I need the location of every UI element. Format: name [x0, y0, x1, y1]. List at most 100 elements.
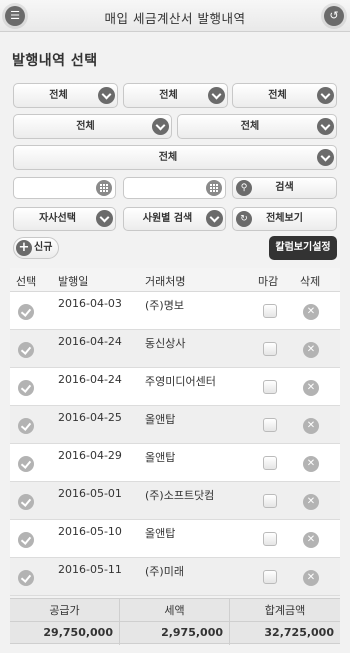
- table-row[interactable]: 2016-04-25 올앤탑 ✕: [10, 406, 340, 444]
- supply-value: 29,750,000: [43, 626, 113, 639]
- closed-checkbox[interactable]: [263, 570, 277, 584]
- row-vendor[interactable]: 주영미디어센터: [145, 373, 216, 389]
- tax-value: 2,975,000: [161, 626, 223, 639]
- chevron-down-icon: [317, 87, 334, 104]
- header-closed: 마감: [258, 275, 279, 288]
- check-circle-icon[interactable]: [18, 532, 34, 548]
- search-button-label: 검색: [275, 182, 294, 193]
- row-vendor[interactable]: 올앤탑: [145, 411, 175, 427]
- filter-select-1[interactable]: 전체: [13, 83, 118, 108]
- check-circle-icon[interactable]: [18, 494, 34, 510]
- row-vendor[interactable]: 동신상사: [145, 335, 185, 351]
- delete-icon[interactable]: ✕: [303, 532, 319, 548]
- check-circle-icon[interactable]: [18, 456, 34, 472]
- chevron-down-icon: [317, 149, 334, 166]
- row-issue-date: 2016-04-24: [58, 335, 122, 348]
- row-issue-date: 2016-04-03: [58, 297, 122, 310]
- chevron-down-icon: [206, 210, 223, 227]
- delete-icon[interactable]: ✕: [303, 456, 319, 472]
- filter-select-4-value: 전체: [76, 121, 95, 132]
- total-value: 32,725,000: [264, 626, 334, 639]
- supply-label: 공급가: [49, 604, 80, 617]
- check-circle-icon[interactable]: [18, 418, 34, 434]
- row-vendor[interactable]: 올앤탑: [145, 525, 175, 541]
- closed-checkbox[interactable]: [263, 304, 277, 318]
- invoice-table: 선택 발행일 거래처명 마감 삭제 2016-04-03 (주)명보 ✕ 2016-0…: [10, 268, 340, 596]
- back-icon[interactable]: ↺: [324, 6, 344, 26]
- row-vendor[interactable]: (주)명보: [145, 297, 184, 313]
- row-issue-date: 2016-04-29: [58, 449, 122, 462]
- new-button[interactable]: + 신규: [13, 237, 59, 259]
- delete-icon[interactable]: ✕: [303, 418, 319, 434]
- check-circle-icon[interactable]: [18, 380, 34, 396]
- delete-icon[interactable]: ✕: [303, 380, 319, 396]
- delete-icon[interactable]: ✕: [303, 570, 319, 586]
- header-select: 선택: [16, 275, 37, 288]
- table-header: 선택 발행일 거래처명 마감 삭제: [10, 268, 340, 292]
- chevron-down-icon: [96, 210, 113, 227]
- calendar-icon[interactable]: [206, 180, 222, 196]
- table-body: 2016-04-03 (주)명보 ✕ 2016-04-24 동신상사 ✕ 2016-04-2…: [10, 292, 340, 596]
- filter-select-5[interactable]: 전체: [177, 114, 337, 139]
- closed-checkbox[interactable]: [263, 532, 277, 546]
- check-circle-icon[interactable]: [18, 304, 34, 320]
- row-vendor[interactable]: (주)소프트닷컴: [145, 487, 214, 503]
- date-to-input[interactable]: [123, 177, 226, 199]
- chevron-down-icon: [152, 118, 169, 135]
- row-vendor[interactable]: 올앤탑: [145, 449, 175, 465]
- table-row[interactable]: 2016-04-29 올앤탑 ✕: [10, 444, 340, 482]
- row-issue-date: 2016-04-24: [58, 373, 122, 386]
- closed-checkbox[interactable]: [263, 456, 277, 470]
- closed-checkbox[interactable]: [263, 418, 277, 432]
- filter-select-6[interactable]: 전체: [13, 145, 337, 170]
- company-select[interactable]: 자사선택: [13, 207, 116, 231]
- row-issue-date: 2016-05-11: [58, 563, 122, 576]
- totals-footer: 공급가 29,750,000 세액 2,975,000 합계금액 32,725,…: [10, 598, 340, 645]
- filter-select-5-value: 전체: [240, 121, 260, 132]
- search-button[interactable]: ⚲ 검색: [232, 177, 337, 199]
- filter-select-2[interactable]: 전체: [123, 83, 228, 108]
- check-circle-icon[interactable]: [18, 570, 34, 586]
- filter-select-4[interactable]: 전체: [13, 114, 172, 139]
- filter-select-6-value: 전체: [158, 152, 178, 163]
- closed-checkbox[interactable]: [263, 342, 277, 356]
- closed-checkbox[interactable]: [263, 380, 277, 394]
- total-label: 합계금액: [264, 604, 306, 617]
- header-vendor: 거래처명: [145, 275, 186, 288]
- grand-total-cell: 합계금액 32,725,000: [230, 599, 340, 645]
- delete-icon[interactable]: ✕: [303, 494, 319, 510]
- chevron-down-icon: [317, 118, 334, 135]
- column-settings-button[interactable]: 칼럼보기설정: [269, 236, 337, 260]
- plus-icon: +: [16, 240, 32, 256]
- view-all-button[interactable]: ↻ 전체보기: [232, 207, 337, 231]
- calendar-icon[interactable]: [96, 180, 112, 196]
- filter-select-3[interactable]: 전체: [232, 83, 337, 108]
- row-issue-date: 2016-05-10: [58, 525, 122, 538]
- tax-label: 세액: [164, 604, 185, 617]
- check-circle-icon[interactable]: [18, 342, 34, 358]
- table-row[interactable]: 2016-05-10 올앤탑 ✕: [10, 520, 340, 558]
- row-vendor[interactable]: (주)미래: [145, 563, 184, 579]
- table-row[interactable]: 2016-05-11 (주)미래 ✕: [10, 558, 340, 596]
- supply-total-cell: 공급가 29,750,000: [10, 599, 120, 645]
- employee-search-select[interactable]: 사원별 검색: [123, 207, 226, 231]
- date-from-input[interactable]: [13, 177, 116, 199]
- table-row[interactable]: 2016-05-01 (주)소프트닷컴 ✕: [10, 482, 340, 520]
- new-button-label: 신규: [34, 242, 53, 253]
- delete-icon[interactable]: ✕: [303, 304, 319, 320]
- page-title: 매입 세금계산서 발행내역: [104, 11, 246, 26]
- closed-checkbox[interactable]: [263, 494, 277, 508]
- row-issue-date: 2016-05-01: [58, 487, 122, 500]
- tax-total-cell: 세액 2,975,000: [120, 599, 230, 645]
- header-delete: 삭제: [300, 275, 321, 288]
- chevron-down-icon: [208, 87, 225, 104]
- delete-icon[interactable]: ✕: [303, 342, 319, 358]
- table-row[interactable]: 2016-04-03 (주)명보 ✕: [10, 292, 340, 330]
- view-all-label: 전체보기: [266, 213, 303, 224]
- header-issue-date: 발행일: [58, 275, 89, 288]
- table-row[interactable]: 2016-04-24 주영미디어센터 ✕: [10, 368, 340, 406]
- table-row[interactable]: 2016-04-24 동신상사 ✕: [10, 330, 340, 368]
- chevron-down-icon: [98, 87, 115, 104]
- row-issue-date: 2016-04-25: [58, 411, 122, 424]
- search-icon: ⚲: [236, 180, 252, 196]
